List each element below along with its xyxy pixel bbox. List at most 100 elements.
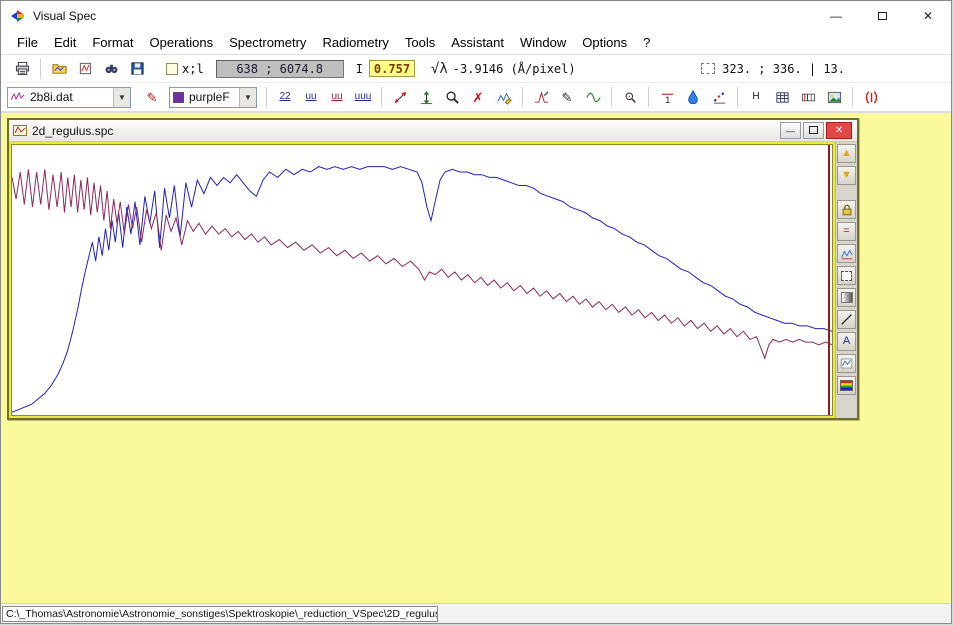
menu-options[interactable]: Options [574,33,635,52]
floppy-icon [130,61,145,76]
side-toolbar: ▲ ▼ = A [835,142,857,418]
draw-button-glyph: ✎ [562,91,573,104]
workspace: 2d_regulus.spc —✕ ▲▼=A [1,113,951,603]
magnifier-small-icon [624,91,637,104]
synth-icon [801,90,816,105]
fit-button[interactable] [413,85,439,109]
child-window-controls: —✕ [780,122,853,139]
close-button[interactable]: ✕ [905,1,951,31]
peak-pencil-icon [534,90,549,105]
menu-window[interactable]: Window [512,33,574,52]
label-tool-button[interactable]: A [837,332,856,351]
norm1-icon: 1 [660,90,675,105]
selection-area-icon [701,63,715,74]
display-mode-1-button[interactable]: 22 [272,85,298,109]
image-button[interactable] [821,85,847,109]
profile-chart-button[interactable] [837,244,856,263]
display-mode-1-button-glyph: 22 [279,92,290,102]
color-combo[interactable]: purpleF ▼ [169,87,257,108]
normalize-button[interactable]: 1 [654,85,680,109]
print-button[interactable] [9,57,35,81]
split-red-button[interactable] [858,85,884,109]
menu-help[interactable]: ? [635,33,658,52]
xl-checkbox[interactable] [166,63,178,75]
square-icon [809,126,818,136]
xl-checkbox-label: x;l [182,62,204,76]
diagonal-line-icon [840,313,853,326]
mini-chart-icon [840,247,854,261]
continuum-button[interactable] [528,85,554,109]
menu-operations[interactable]: Operations [142,33,222,52]
minimize-button[interactable]: — [813,1,859,31]
child-window-titlebar[interactable]: 2d_regulus.spc —✕ [9,120,857,142]
display-mode-3-button[interactable]: uu [324,85,350,109]
menu-spectrometry[interactable]: Spectrometry [221,33,314,52]
dispersion-readout: -3.9146 (Å/pixel) [453,62,576,76]
smooth-button[interactable] [580,85,606,109]
water-drop-button[interactable] [680,85,706,109]
palette-button[interactable] [837,376,856,395]
select-area-button[interactable] [837,266,856,285]
status-path: C:\_Thomas\Astronomie\Astronomie_sonstig… [2,606,438,622]
spectrum-plot-area[interactable] [11,144,833,416]
series-2d_regulus.spc [12,167,832,413]
elements-button-glyph: H [752,92,759,102]
zoom-button[interactable] [439,85,465,109]
crop-button[interactable] [387,85,413,109]
toolbar2-lead-buttons: ✎ [139,85,165,109]
display-mode-4-button[interactable]: uuu [350,85,376,109]
menu-file[interactable]: File [9,33,46,52]
table-button[interactable] [769,85,795,109]
red-bars-icon [864,90,879,105]
draw-button[interactable]: ✎ [554,85,580,109]
spectrum-plot[interactable] [12,145,832,415]
printer-icon [15,61,30,76]
line-tool-button[interactable] [837,310,856,329]
equalize-button[interactable]: = [837,222,856,241]
synthesis-button[interactable] [795,85,821,109]
edit-profile-button[interactable] [491,85,517,109]
ratio-button[interactable] [706,85,732,109]
chevron-down-icon[interactable]: ▼ [239,88,256,107]
spectrum-icon [8,91,25,103]
scroll-up-button[interactable]: ▲ [837,144,856,163]
toolbar1-buttons [9,57,150,81]
chart-page-icon [78,61,93,76]
toolbar-separator [40,59,41,79]
scroll-down-button-glyph: ▼ [841,170,852,181]
menu-edit[interactable]: Edit [46,33,84,52]
open-profile-button[interactable] [46,57,72,81]
erase-comment-button[interactable]: ✎ [139,85,165,109]
scroll-down-button[interactable]: ▼ [837,166,856,185]
save-button[interactable] [124,57,150,81]
zoom-region-button[interactable] [617,85,643,109]
cw-close-button[interactable]: ✕ [826,122,852,139]
lock-button[interactable] [837,200,856,219]
menu-format[interactable]: Format [84,33,141,52]
gradient-button[interactable] [837,288,856,307]
spectrum-child-window: 2d_regulus.spc —✕ ▲▼=A [7,118,859,420]
child-window-icon [13,124,27,137]
cw-minimize-button[interactable]: — [780,122,801,139]
main-toolbar: x;l 638 ; 6074.8 I 0.757 √λ -3.9146 (Å/p… [1,54,951,83]
display-mode-2-button[interactable]: uu [298,85,324,109]
copy-profile-button[interactable] [72,57,98,81]
cw-maximize-button[interactable] [803,122,824,139]
xl-checkbox-group: x;l [166,62,204,76]
mini-profile-button[interactable] [837,354,856,373]
intensity-readout: 0.757 [369,60,415,77]
titlebar: Visual Spec —✕ [1,1,951,31]
browse-button[interactable] [98,57,124,81]
visual-spec-window: Visual Spec —✕ FileEditFormatOperationsS… [0,0,952,624]
delete-button[interactable]: ✗ [465,85,491,109]
menu-assistant[interactable]: Assistant [443,33,512,52]
arrows-cross-icon [393,90,408,105]
maximize-button[interactable] [859,1,905,31]
elements-button[interactable]: H [743,85,769,109]
chevron-down-icon[interactable]: ▼ [113,88,130,107]
menu-radiometry[interactable]: Radiometry [314,33,396,52]
menu-tools[interactable]: Tools [397,33,443,52]
file-combo[interactable]: 2b8i.dat ▼ [7,87,131,108]
selection-readout: 323. ; 336. | 13. [722,62,845,76]
secondary-toolbar: 2b8i.dat ▼ ✎ purpleF ▼ 22uuuuuuu✗✎1H [1,83,951,113]
